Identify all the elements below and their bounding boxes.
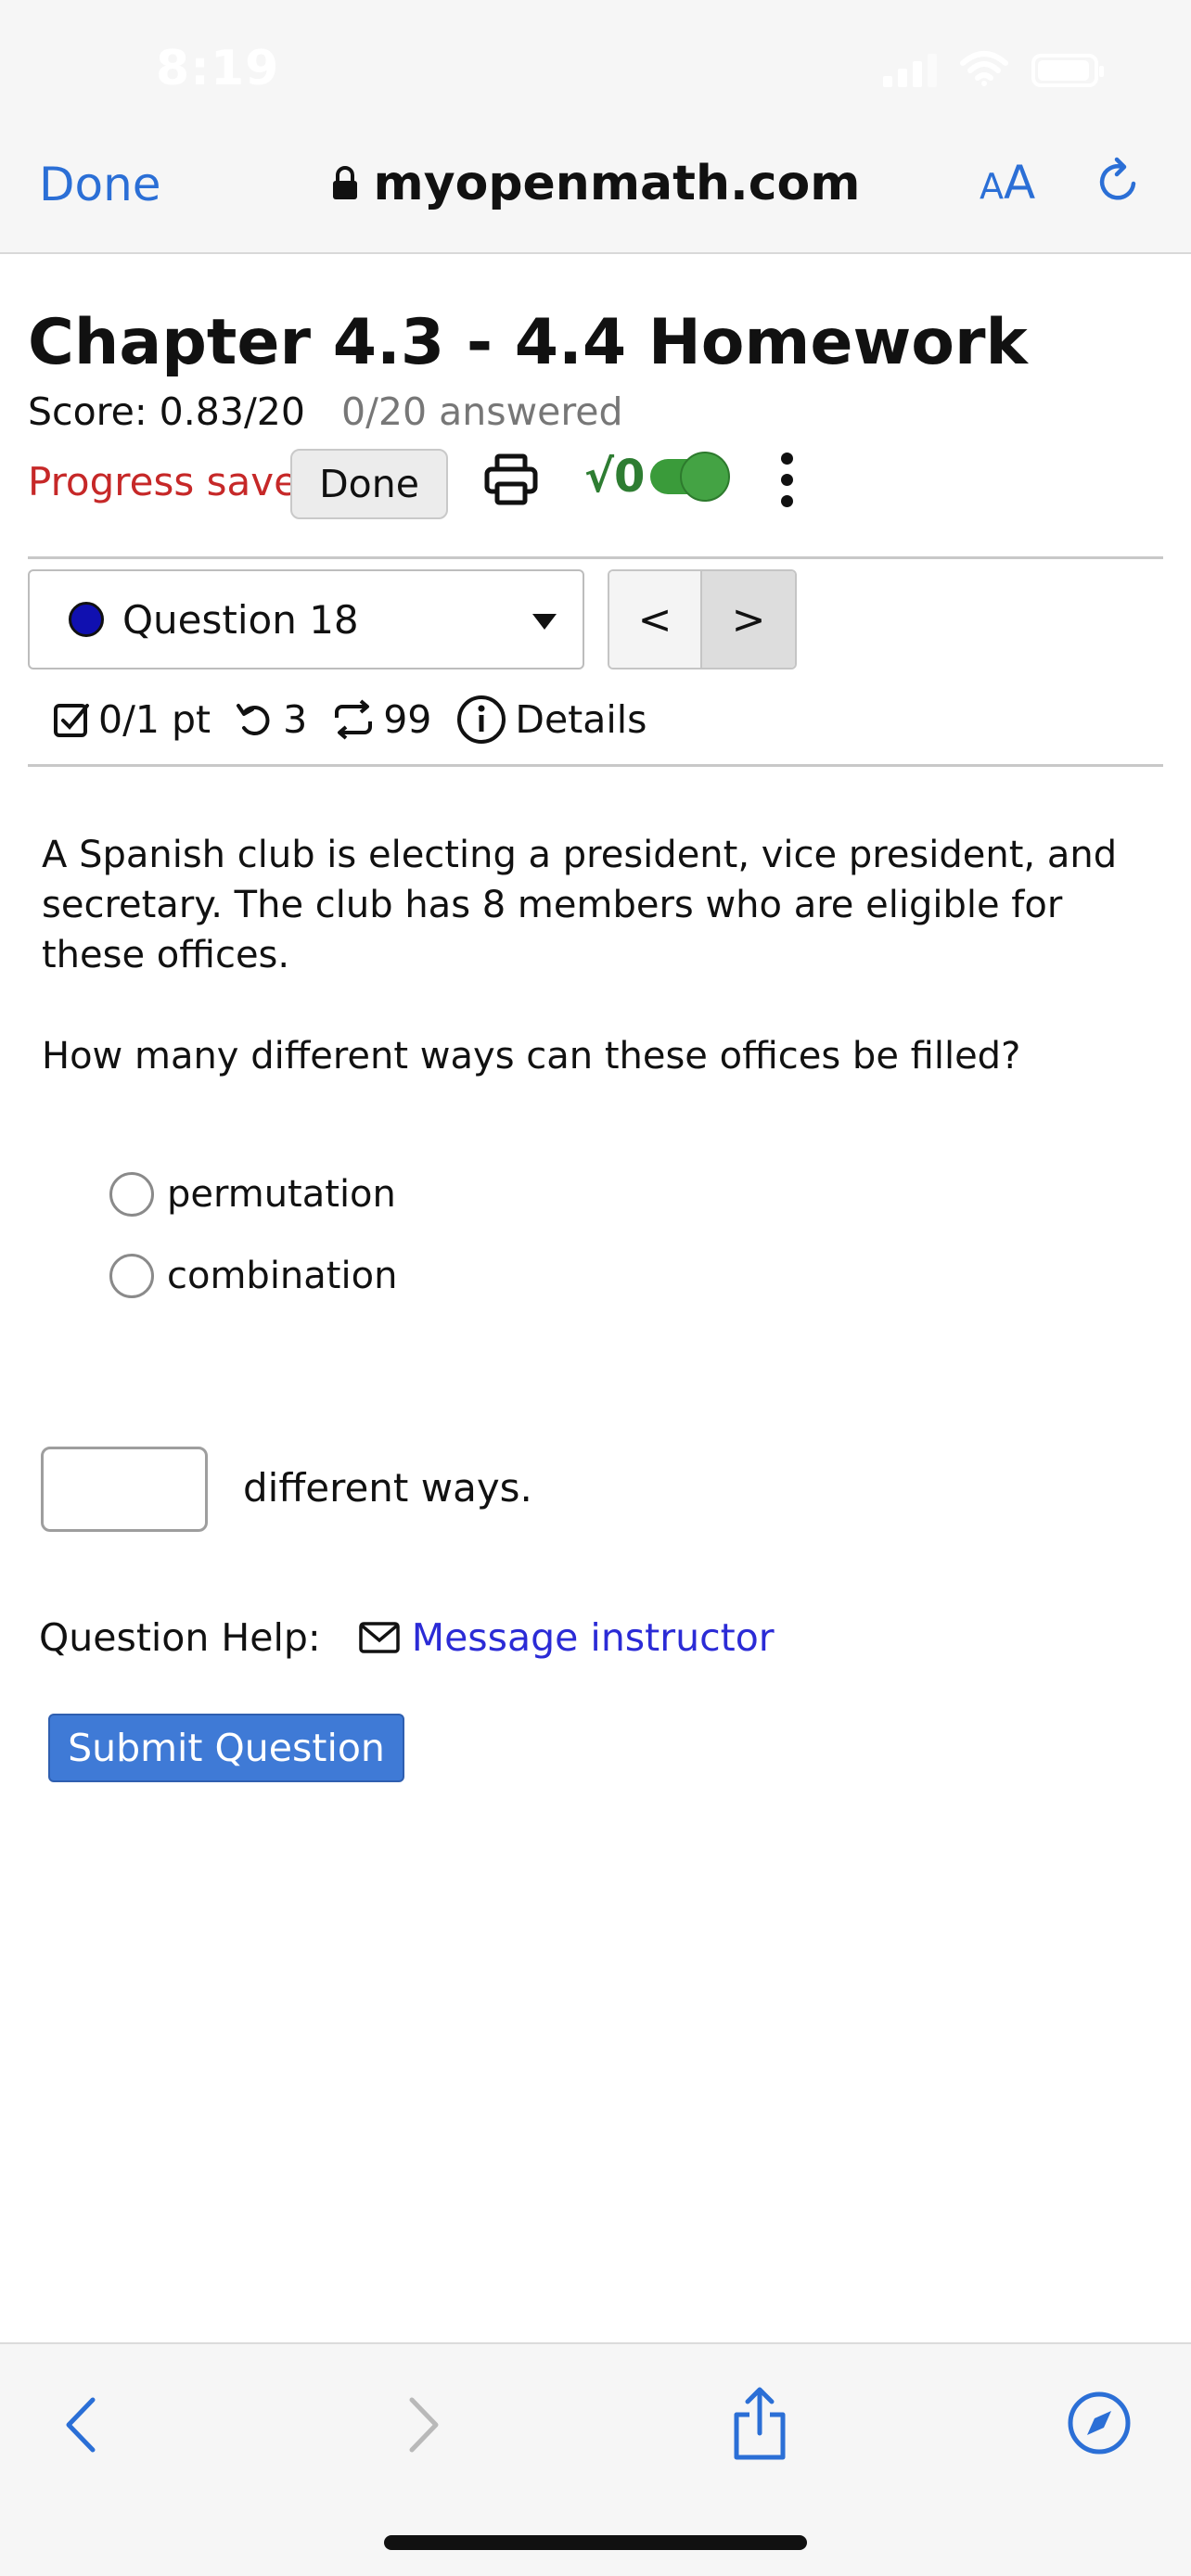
wifi-icon — [960, 51, 1008, 86]
info-icon — [457, 695, 506, 744]
divider — [28, 764, 1163, 767]
question-select[interactable]: Question 18 — [28, 569, 584, 670]
radio-option-combination[interactable]: combination — [109, 1254, 397, 1298]
question-select-label: Question 18 — [122, 596, 359, 643]
forward-icon[interactable] — [401, 2392, 447, 2457]
checkbox-icon — [54, 704, 89, 737]
answered-count: 0/20 answered — [341, 389, 623, 434]
radio-label: combination — [167, 1255, 398, 1297]
cellular-signal-icon — [883, 52, 937, 87]
score-text: Score: 0.83/20 — [28, 389, 305, 434]
url-text: myopenmath.com — [373, 156, 861, 211]
divider — [28, 556, 1163, 559]
radio-label: permutation — [167, 1173, 396, 1216]
browser-top-bar: 8:19 Done myopenmath.com AA — [0, 0, 1191, 254]
math-entry-toggle[interactable]: √0 — [584, 451, 731, 503]
caret-down-icon — [532, 614, 557, 630]
question-meta: 0/1 pt 3 99 Details — [52, 694, 672, 746]
battery-icon — [1031, 54, 1104, 87]
assessment-done-button[interactable]: Done — [290, 449, 448, 519]
radio-circle[interactable] — [109, 1254, 154, 1298]
print-icon[interactable] — [482, 451, 540, 508]
progress-saved-status: Progress saved — [28, 459, 323, 504]
reload-icon[interactable] — [1093, 156, 1145, 208]
details-toggle[interactable]: Details — [455, 694, 647, 746]
message-instructor-link[interactable]: Message instructor — [412, 1615, 775, 1660]
mail-icon — [358, 1622, 400, 1653]
question-text: A Spanish club is electing a president, … — [42, 834, 1118, 976]
question-nav-buttons: < > — [608, 569, 797, 670]
question-help: Question Help: Message instructor — [39, 1615, 775, 1660]
answer-input[interactable] — [41, 1447, 208, 1532]
back-icon[interactable] — [58, 2392, 104, 2457]
points-text: 0/1 pt — [98, 697, 211, 742]
toggle-switch[interactable] — [650, 452, 731, 502]
radio-circle[interactable] — [109, 1172, 154, 1217]
answer-suffix: different ways. — [243, 1465, 532, 1511]
home-indicator — [384, 2535, 807, 2550]
more-options-icon[interactable] — [781, 453, 793, 507]
text-size-button[interactable]: AA — [980, 156, 1035, 210]
previous-question-button[interactable]: < — [609, 571, 702, 668]
attempts-count: 99 — [383, 697, 432, 742]
retry-icon — [237, 704, 270, 735]
question-prompt: How many different ways can these office… — [42, 1035, 1021, 1078]
attempts-icon — [335, 699, 373, 740]
next-question-button[interactable]: > — [702, 571, 795, 668]
question-status-dot — [69, 602, 104, 637]
status-time: 8:19 — [156, 41, 280, 96]
page-title: Chapter 4.3 - 4.4 Homework — [28, 306, 1028, 379]
submit-question-button[interactable]: Submit Question — [48, 1714, 404, 1782]
lock-icon — [332, 166, 357, 199]
compass-icon[interactable] — [1067, 2391, 1132, 2455]
share-icon[interactable] — [729, 2385, 790, 2463]
question-help-label: Question Help: — [39, 1615, 321, 1660]
status-icons — [883, 50, 1104, 87]
retries-count: 3 — [283, 697, 308, 742]
details-label: Details — [515, 697, 647, 742]
sqrt-icon: √0 — [584, 451, 646, 503]
radio-option-permutation[interactable]: permutation — [109, 1172, 396, 1217]
